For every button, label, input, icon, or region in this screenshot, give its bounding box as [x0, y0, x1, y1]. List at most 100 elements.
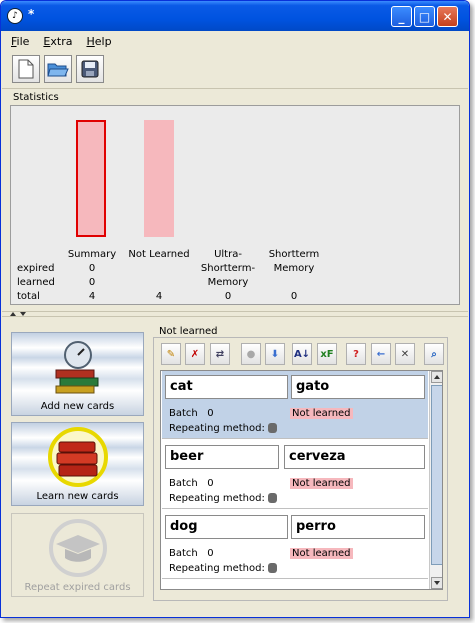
window-title: * — [28, 7, 35, 21]
help-button[interactable]: ? — [346, 343, 366, 365]
card-back-field[interactable]: gato — [291, 375, 425, 399]
repeat-expired-cards-button[interactable]: Repeat expired cards — [11, 513, 144, 597]
application-window: ♪ * _ □ ✕ File Extra Help Statistics Sum… — [0, 0, 470, 618]
remove-x-icon: ✕ — [400, 348, 410, 360]
card-status-badge: Not learned — [290, 548, 353, 559]
minimize-button[interactable]: _ — [391, 6, 412, 27]
edit-pencil-icon: ✎ — [166, 348, 176, 360]
repeat-expired-cards-label: Repeat expired cards — [24, 582, 131, 593]
column-label-not-learned: Not Learned — [128, 249, 190, 260]
down-circle-icon: ⬇ — [270, 348, 280, 360]
back-arrow-icon: ← — [376, 348, 386, 360]
close-icon: ✕ — [442, 9, 453, 24]
stopwatch-books-icon — [55, 341, 99, 394]
column-label-summary: Summary — [67, 249, 117, 260]
books-icon — [48, 427, 108, 487]
row-label-expired: expired — [17, 263, 55, 274]
scroll-thumb[interactable] — [431, 385, 442, 565]
card-status-badge: Not learned — [290, 408, 353, 419]
hand-icon — [267, 493, 277, 503]
row-label-total: total — [17, 291, 40, 302]
back-button[interactable]: ← — [371, 343, 391, 365]
new-file-button[interactable] — [12, 55, 40, 83]
learn-new-cards-label: Learn new cards — [36, 491, 119, 502]
help-question-icon: ? — [353, 348, 359, 360]
sort-az-icon: A↓ — [293, 348, 311, 360]
card-list-scrollbar[interactable] — [429, 371, 442, 589]
new-document-icon — [18, 59, 34, 79]
menu-file[interactable]: File — [11, 35, 29, 48]
statistics-title: Statistics — [13, 92, 59, 103]
up-circle-icon: ● — [246, 348, 256, 360]
card-status-badge: Not learned — [290, 478, 353, 489]
minimize-icon: _ — [398, 9, 405, 24]
card-batch: Batch 0 — [169, 408, 214, 419]
search-magnifier-icon: ⌕ — [431, 348, 437, 360]
sort-button[interactable]: A↓ — [292, 343, 312, 365]
menu-bar: File Extra Help — [2, 32, 468, 50]
hand-icon — [267, 423, 277, 433]
main-toolbar — [2, 51, 468, 89]
app-logo-icon[interactable]: ♪ — [7, 8, 23, 24]
not-learned-title: Not learned — [159, 326, 218, 337]
delete-card-button[interactable]: ✗ — [185, 343, 205, 365]
maximize-button[interactable]: □ — [414, 6, 435, 27]
search-button[interactable]: ⌕ — [424, 343, 444, 365]
scroll-up-button[interactable] — [431, 371, 442, 383]
scroll-up-icon — [434, 375, 440, 379]
move-down-button[interactable]: ⬇ — [265, 343, 285, 365]
card-item-partial[interactable] — [162, 581, 428, 589]
font-xf-icon: xF — [320, 348, 334, 360]
card-front-field[interactable]: dog — [165, 515, 288, 539]
remove-button[interactable]: ✕ — [395, 343, 415, 365]
statistics-panel: Summary Not Learned Ultra- Shortterm- Me… — [10, 105, 460, 305]
save-disk-icon — [81, 60, 99, 78]
graduation-cap-icon — [49, 519, 107, 577]
save-file-button[interactable] — [76, 55, 104, 83]
expand-down-icon[interactable] — [20, 312, 26, 316]
menu-help[interactable]: Help — [86, 35, 111, 48]
summary-bar[interactable] — [76, 120, 106, 237]
card-batch: Batch 0 — [169, 548, 214, 559]
menu-extra[interactable]: Extra — [43, 35, 72, 48]
move-up-button[interactable]: ● — [241, 343, 261, 365]
title-bar[interactable]: ♪ * _ □ ✕ — [1, 1, 469, 31]
card-front-field[interactable]: beer — [165, 445, 279, 469]
scroll-down-button[interactable] — [431, 577, 442, 589]
learn-new-cards-button[interactable]: Learn new cards — [11, 422, 144, 506]
row-label-learned: learned — [17, 277, 55, 288]
scroll-down-icon — [434, 581, 440, 585]
card-back-field[interactable]: cerveza — [284, 445, 425, 469]
edit-card-button[interactable]: ✎ — [161, 343, 181, 365]
card-batch: Batch 0 — [169, 478, 214, 489]
card-item[interactable]: dog perro Batch 0 Not learned Repeating … — [162, 511, 428, 579]
column-label-shortterm-memory: Shortterm Memory — [268, 249, 320, 274]
delete-card-icon: ✗ — [190, 348, 200, 360]
card-item[interactable]: beer cerveza Batch 0 Not learned Repeati… — [162, 441, 428, 509]
summary-learned-value: 0 — [88, 277, 96, 288]
open-folder-icon — [47, 63, 69, 77]
shortterm-total-value: 0 — [290, 291, 298, 302]
card-item[interactable]: cat gato Batch 0 Not learned Repeating m… — [162, 371, 428, 439]
collapse-up-icon[interactable] — [10, 312, 16, 316]
swap-sides-button[interactable]: ⇄ — [210, 343, 230, 365]
card-repeating-method: Repeating method: — [169, 493, 277, 504]
close-button[interactable]: ✕ — [437, 6, 458, 27]
font-button[interactable]: xF — [317, 343, 337, 365]
card-repeating-method: Repeating method: — [169, 423, 277, 434]
column-label-ultra-shortterm-memory: Ultra- Shortterm- Memory — [200, 249, 256, 288]
open-file-button[interactable] — [44, 55, 72, 83]
ultra-shortterm-total-value: 0 — [224, 291, 232, 302]
add-new-cards-button[interactable]: Add new cards — [11, 332, 144, 416]
split-pane-divider[interactable] — [2, 311, 468, 317]
card-repeating-method: Repeating method: — [169, 563, 277, 574]
not-learned-bar[interactable] — [144, 120, 174, 237]
not-learned-total-value: 4 — [155, 291, 163, 302]
hand-icon — [267, 563, 277, 573]
card-back-field[interactable]: perro — [291, 515, 425, 539]
swap-sides-icon: ⇄ — [215, 348, 225, 360]
card-list[interactable]: cat gato Batch 0 Not learned Repeating m… — [160, 370, 443, 590]
maximize-icon: □ — [418, 9, 431, 24]
card-front-field[interactable]: cat — [165, 375, 288, 399]
add-new-cards-label: Add new cards — [40, 401, 115, 412]
